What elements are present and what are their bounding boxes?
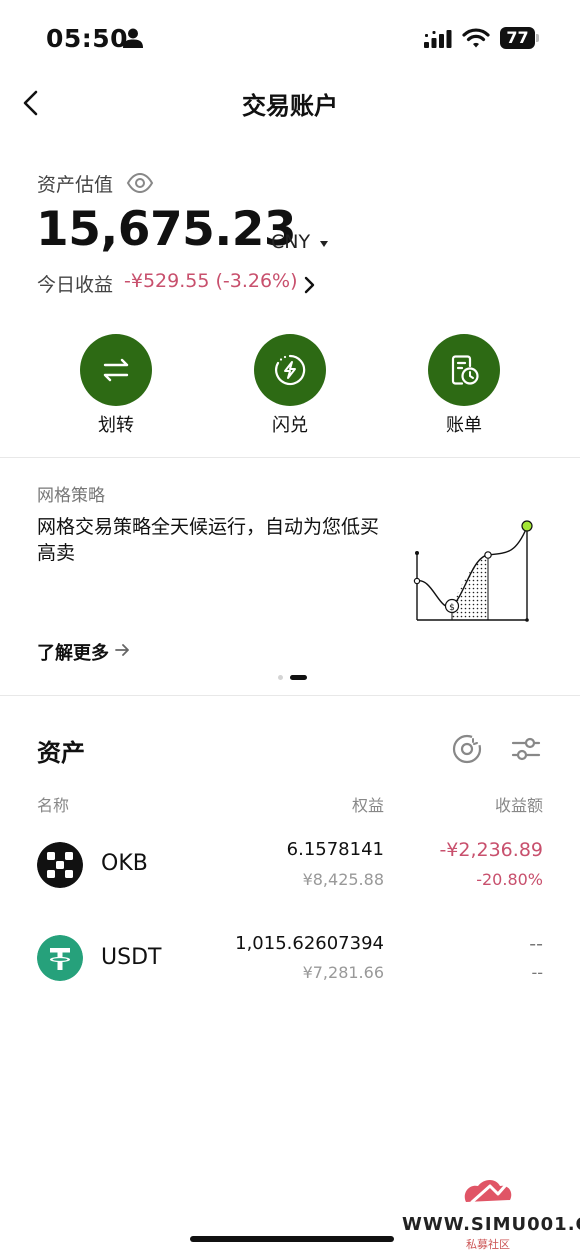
- person-icon: [123, 28, 143, 48]
- pnl-amount: -¥2,236.89: [439, 839, 543, 861]
- banner-tag: 网格策略: [37, 486, 105, 506]
- carousel-dot-2-active[interactable]: [290, 675, 307, 680]
- watermark-logo: [464, 1175, 515, 1204]
- flash-swap-icon-circle[interactable]: [254, 334, 326, 406]
- status-time: 05:50: [46, 24, 129, 53]
- watermark: WWW.SIMU001.CN 私募社区: [398, 1172, 580, 1252]
- svg-text:$: $: [449, 603, 455, 613]
- grid-strategy-illustration: $: [413, 520, 533, 622]
- watermark-url: WWW.SIMU001.CN: [402, 1214, 580, 1235]
- nav-bar: 交易账户: [0, 70, 580, 134]
- pnl-percent: -20.80%: [476, 870, 543, 889]
- pie-chart-icon[interactable]: [451, 733, 483, 765]
- equity-amount: 6.1578141: [286, 839, 384, 860]
- column-header-equity: 权益: [351, 796, 384, 815]
- wifi-icon: [462, 28, 490, 48]
- bill-icon: [451, 355, 479, 385]
- transfer-icon: [103, 358, 129, 382]
- column-header-pnl: 收益额: [494, 796, 543, 815]
- coin-name: USDT: [101, 945, 162, 970]
- bill-button[interactable]: 账单: [393, 334, 533, 444]
- filter-icon[interactable]: [511, 735, 541, 763]
- transfer-label: 划转: [98, 415, 134, 436]
- carousel-dot-1[interactable]: [278, 675, 283, 680]
- asset-row-okb[interactable]: OKB 6.1578141 ¥8,425.88 -¥2,236.89 -20.8…: [0, 830, 580, 900]
- divider: [0, 695, 580, 696]
- battery-tip: [536, 34, 539, 42]
- divider: [0, 457, 580, 458]
- today-pnl-value[interactable]: -¥529.55 (-3.26%): [124, 270, 298, 292]
- usdt-coin-icon: [37, 935, 83, 981]
- flash-swap-button[interactable]: 闪兑: [219, 334, 359, 444]
- status-bar: 05:50 77: [0, 0, 580, 70]
- asset-row-usdt[interactable]: USDT 1,015.62607394 ¥7,281.66 -- --: [0, 924, 580, 994]
- arrow-right-icon[interactable]: [115, 643, 130, 657]
- bill-icon-circle[interactable]: [428, 334, 500, 406]
- transfer-button[interactable]: 划转: [45, 334, 185, 444]
- learn-more-link[interactable]: 了解更多: [37, 639, 109, 665]
- assets-section-title: 资产: [37, 739, 85, 767]
- battery-icon: 77: [500, 27, 540, 49]
- equity-cny: ¥7,281.66: [302, 963, 384, 982]
- column-header-name: 名称: [37, 796, 70, 815]
- flash-swap-icon: [275, 354, 306, 386]
- bill-label: 账单: [446, 415, 482, 436]
- equity-amount: 1,015.62607394: [235, 933, 384, 954]
- home-indicator[interactable]: [190, 1236, 394, 1242]
- banner-description: 网格交易策略全天候运行，自动为您低买高卖: [37, 516, 380, 564]
- flash-swap-label: 闪兑: [272, 415, 308, 436]
- chevron-right-icon[interactable]: [302, 275, 316, 295]
- pnl-amount: --: [529, 933, 543, 955]
- coin-name: OKB: [101, 851, 148, 876]
- caret-down-icon[interactable]: [318, 239, 330, 249]
- asset-value: 15,675.23: [36, 202, 297, 257]
- okb-coin-icon: [37, 842, 83, 888]
- battery-level: 77: [500, 27, 535, 49]
- asset-valuation-label: 资产估值: [37, 174, 114, 196]
- currency-selector[interactable]: CNY: [271, 231, 310, 253]
- signal-icon: [424, 30, 452, 48]
- page-title: 交易账户: [242, 92, 338, 120]
- today-pnl-label: 今日收益: [37, 274, 114, 296]
- watermark-sub: 私募社区: [466, 1238, 510, 1251]
- equity-cny: ¥8,425.88: [302, 870, 384, 889]
- eye-icon[interactable]: [126, 171, 154, 195]
- transfer-icon-circle[interactable]: [80, 334, 152, 406]
- pnl-percent: --: [531, 963, 543, 982]
